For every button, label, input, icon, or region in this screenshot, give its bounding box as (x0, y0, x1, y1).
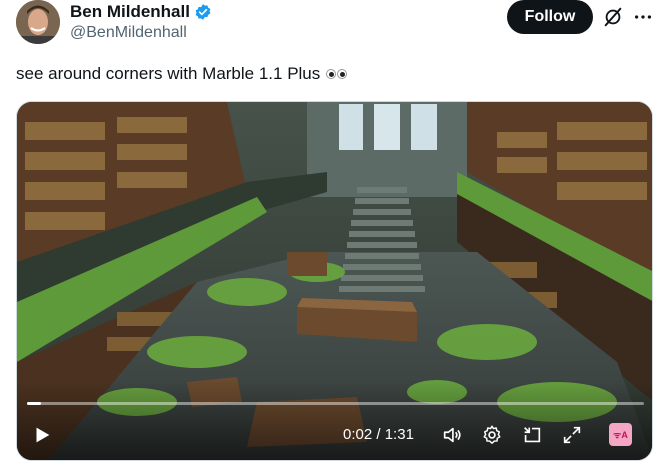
author-handle[interactable]: @BenMildenhall (70, 24, 187, 42)
current-time: 0:02 (343, 426, 373, 443)
fullscreen-icon[interactable] (561, 424, 583, 446)
video-controls-overlay (17, 380, 652, 460)
more-icon[interactable] (632, 6, 654, 28)
tweet-text: see around corners with Marble 1.1 Plus (16, 64, 321, 83)
eyes-emoji-icon (326, 69, 348, 79)
grok-icon[interactable] (602, 6, 624, 28)
time-separator: / (376, 426, 381, 443)
author-name[interactable]: Ben Mildenhall (70, 2, 190, 22)
captions-label: ᯤA (613, 430, 628, 440)
avatar[interactable] (16, 0, 60, 44)
video-time: 0:02 / 1:31 (343, 426, 414, 443)
video-player[interactable]: 0:02 / 1:31 ᯤA (16, 101, 653, 461)
tweet-text-row: see around corners with Marble 1.1 Plus (16, 64, 348, 84)
video-progress-fill (27, 402, 41, 405)
pip-icon[interactable] (521, 424, 543, 446)
settings-icon[interactable] (481, 424, 503, 446)
volume-icon[interactable] (441, 424, 463, 446)
author-name-row[interactable]: Ben Mildenhall (70, 2, 212, 22)
follow-button[interactable]: Follow (507, 0, 593, 34)
duration: 1:31 (384, 426, 414, 443)
verified-badge-icon (195, 4, 211, 20)
video-progress-bar[interactable] (27, 402, 644, 405)
captions-icon[interactable]: ᯤA (609, 423, 632, 446)
play-icon[interactable] (31, 424, 53, 446)
